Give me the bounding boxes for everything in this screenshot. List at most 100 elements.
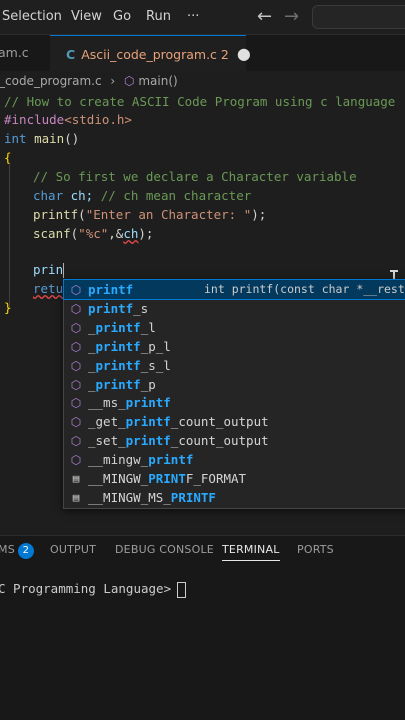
code-line-8: scanf("%c",&ch); xyxy=(33,224,153,243)
code-line-11: retu xyxy=(33,279,63,298)
suggestion-label: _set_printf_count_output xyxy=(88,431,269,450)
suggestion-match: printf xyxy=(88,300,134,316)
operator: ,& xyxy=(108,226,124,241)
suggestion-label: _get_printf_count_output xyxy=(88,412,269,431)
tab-problems[interactable]: MS 2 xyxy=(0,543,34,559)
paren: ( xyxy=(78,207,86,222)
suggestion-match: printf xyxy=(125,414,171,430)
suggestion-match: PRINT xyxy=(148,471,186,486)
method-cube-icon: ⬡ xyxy=(70,283,82,297)
string-literal: "Enter an Character: " xyxy=(85,207,252,222)
code-line-1: // How to create ASCII Code Program usin… xyxy=(4,92,395,111)
variable: ch xyxy=(123,226,139,241)
suggestion-prefix: __MINGW_ xyxy=(88,471,149,486)
back-arrow-icon[interactable]: ← xyxy=(257,6,272,27)
breadcrumb-symbol[interactable]: main() xyxy=(138,74,177,88)
suggestion-item[interactable]: ⬡ printf int printf(const char *__restri xyxy=(63,279,405,300)
tab-output[interactable]: OUTPUT xyxy=(50,543,96,556)
suggestion-label: _printf_p_l xyxy=(88,337,171,356)
suggestion-prefix: _ xyxy=(88,319,96,335)
suggestion-item[interactable]: ⬡ _set_printf_count_output xyxy=(64,431,405,450)
suggestion-label: __ms_printf xyxy=(88,393,171,412)
suggestion-prefix: _ xyxy=(88,357,96,373)
suggestion-suffix: _s xyxy=(133,300,149,316)
comment: // So first we declare a Character varia… xyxy=(33,169,357,184)
preprocessor: #include xyxy=(4,112,65,127)
tab-debug-console[interactable]: DEBUG CONSOLE xyxy=(115,543,214,556)
method-cube-icon: ⬡ xyxy=(70,339,82,354)
suggestion-item[interactable]: ▤ __MINGW_MS_PRINTF xyxy=(64,488,405,507)
code-line-4: { xyxy=(4,148,12,167)
menu-selection[interactable]: Selection xyxy=(2,9,62,24)
method-cube-icon: ⬡ xyxy=(70,377,82,392)
forward-arrow-icon[interactable]: → xyxy=(284,6,299,27)
macro-icon: ▤ xyxy=(72,490,80,504)
tab-terminal[interactable]: TERMINAL xyxy=(222,543,280,561)
suggestion-item[interactable]: ⬡ __ms_printf xyxy=(64,393,405,412)
comment: // How to create ASCII Code Program usin… xyxy=(4,94,396,109)
tab-ports[interactable]: PORTS xyxy=(297,543,334,556)
suggestion-item[interactable]: ⬡ _printf_l xyxy=(64,318,405,337)
suggestion-label: printf_s xyxy=(88,299,148,318)
breadcrumb-file[interactable]: _code_program.c xyxy=(0,74,102,88)
editor-tab-bar: am.c C Ascii_code_program.c 2 ● xyxy=(0,35,405,72)
string-literal: "%c" xyxy=(78,226,109,241)
menu-more[interactable]: ··· xyxy=(187,9,199,24)
keyword: retu xyxy=(33,281,64,296)
tab-ascii-code-program[interactable]: C Ascii_code_program.c 2 ● xyxy=(50,35,251,72)
method-cube-icon: ⬡ xyxy=(70,434,82,449)
method-cube-icon: ⬡ xyxy=(70,358,82,373)
menu-view[interactable]: View xyxy=(71,9,102,24)
suggestion-prefix: __ms_ xyxy=(88,395,126,411)
terminal-prompt: C Programming Language> xyxy=(0,581,172,596)
suggestion-prefix: __MINGW_MS_ xyxy=(88,489,171,505)
tab-label: am.c xyxy=(0,45,29,60)
suggestion-match: printf xyxy=(125,395,171,411)
include-header: <stdio.h> xyxy=(64,112,132,127)
comment: // ch mean character xyxy=(100,188,252,203)
suggestion-match: printf xyxy=(95,376,141,392)
code-line-10: prin xyxy=(33,260,65,279)
code-line-2: #include<stdio.h> xyxy=(4,110,132,129)
suggestion-label: printf xyxy=(88,280,133,299)
close-brace: } xyxy=(4,300,12,315)
method-cube-icon: ⬡ xyxy=(70,396,82,411)
suggestion-match: printf xyxy=(95,338,141,354)
method-cube-icon: ⬡ xyxy=(70,320,82,335)
tab-label: Ascii_code_program.c xyxy=(81,47,217,62)
suggestion-label: __MINGW_MS_PRINTF xyxy=(88,488,216,507)
suggestion-label: __MINGW_PRINTF_FORMAT xyxy=(88,469,246,488)
suggestion-match: printf xyxy=(125,433,171,449)
paren: ); xyxy=(251,207,267,222)
function-name: main xyxy=(34,131,65,146)
suggestion-item[interactable]: ⬡ __mingw_printf xyxy=(64,450,405,469)
suggestion-match: printf xyxy=(95,319,141,335)
suggestion-match: PRINTF xyxy=(170,489,216,505)
code-line-7: printf("Enter an Character: "); xyxy=(33,205,266,224)
command-center-search[interactable] xyxy=(312,5,405,29)
breadcrumb: _code_program.c › ⬡ main() xyxy=(0,72,405,92)
suggestion-item[interactable]: ⬡ _printf_p_l xyxy=(64,337,405,356)
suggestion-suffix: _p_l xyxy=(140,338,171,354)
suggestion-item[interactable]: ⬡ _printf_p xyxy=(64,375,405,394)
code-line-3: int main() xyxy=(4,129,79,148)
suggestion-label: _printf_p xyxy=(88,375,156,394)
suggestion-item[interactable]: ▤ __MINGW_PRINTF_FORMAT xyxy=(64,469,405,488)
suggestion-item[interactable]: ⬡ printf_s xyxy=(64,299,405,318)
tab-other-file[interactable]: am.c xyxy=(0,35,50,71)
text-cursor xyxy=(63,263,65,278)
suggestion-suffix: _count_output xyxy=(170,414,269,430)
function-name: scanf xyxy=(33,226,71,241)
suggestion-item[interactable]: ⬡ _get_printf_count_output xyxy=(64,412,405,431)
menu-go[interactable]: Go xyxy=(113,9,131,24)
autocomplete-suggestions[interactable]: ⬡ printf int printf(const char *__restri ⬡ p… xyxy=(63,279,405,509)
method-cube-icon: ⬡ xyxy=(124,74,135,88)
unsaved-dot-icon[interactable]: ● xyxy=(237,44,251,63)
panel-tab-bar: MS 2 OUTPUT DEBUG CONSOLE TERMINAL PORTS xyxy=(0,535,405,566)
suggestion-match: printf xyxy=(148,452,194,468)
menu-run[interactable]: Run xyxy=(146,9,171,24)
chevron-right-icon: › xyxy=(110,74,116,88)
suggestion-item[interactable]: ⬡ _printf_s_l xyxy=(64,356,405,375)
terminal[interactable]: C Programming Language> xyxy=(0,566,405,720)
variable: ch; xyxy=(63,188,101,203)
